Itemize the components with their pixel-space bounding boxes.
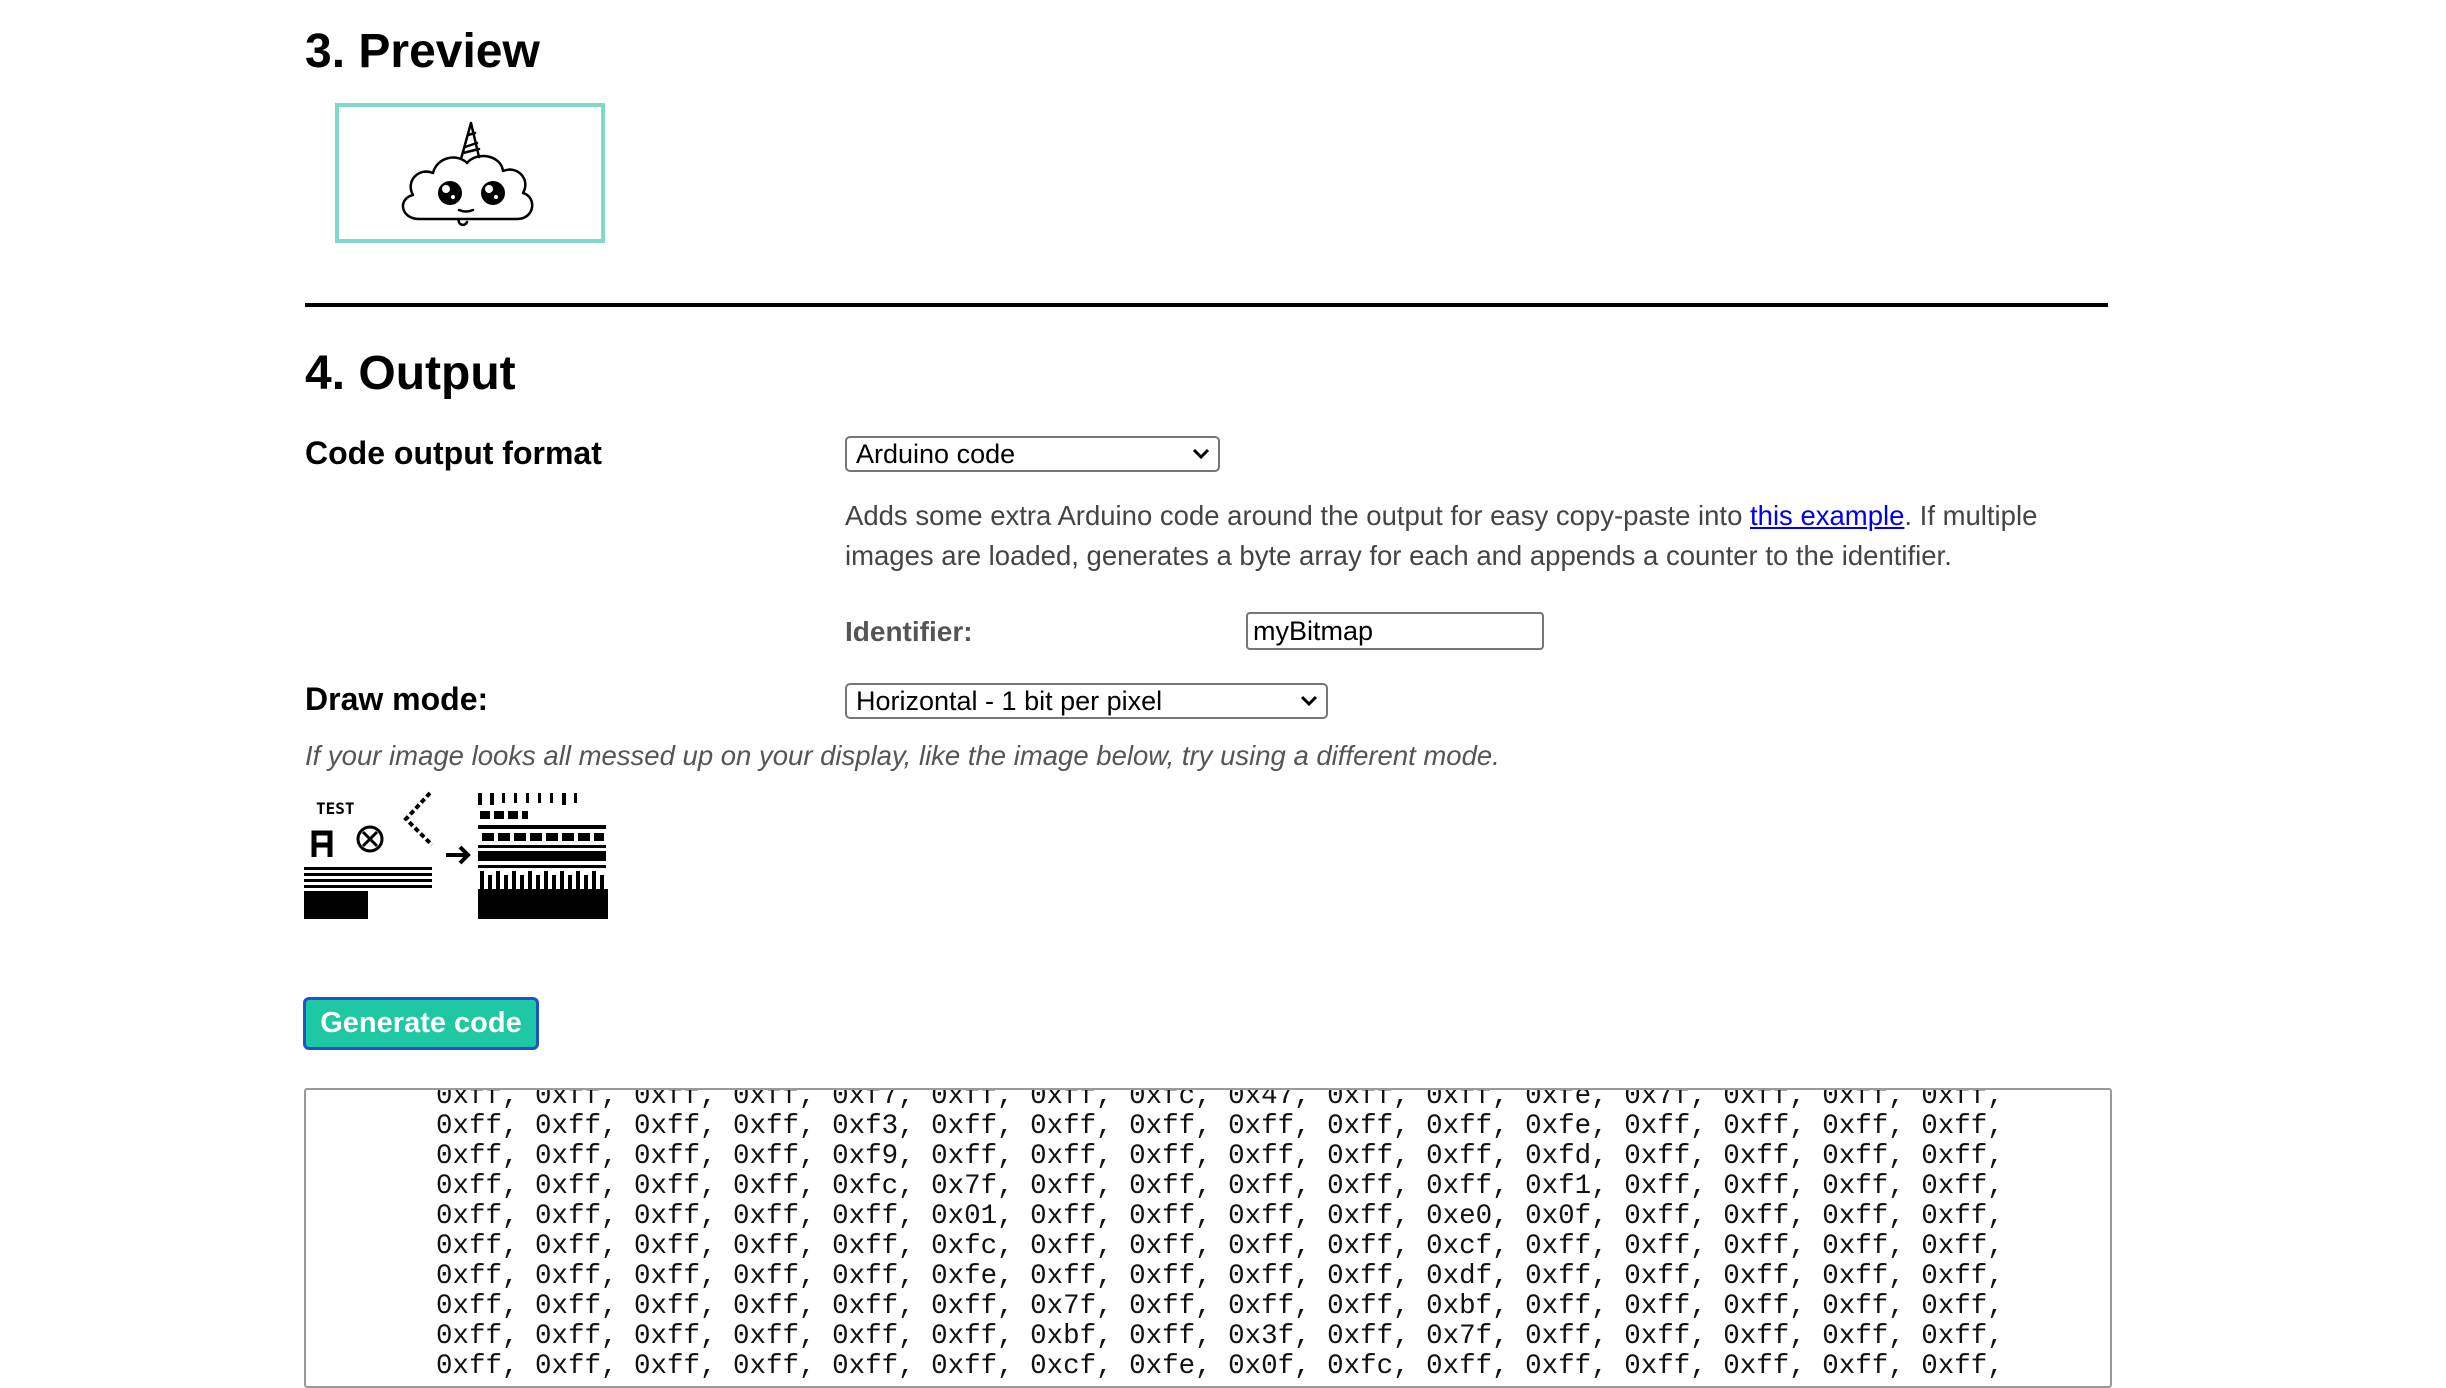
code-line: 0xff, 0xff, 0xff, 0xff, 0xff, 0x01, 0xff…: [436, 1201, 2004, 1232]
messed-up-display-example-image: TEST: [304, 785, 616, 930]
preview-canvas: [335, 103, 605, 243]
code-format-description: Adds some extra Arduino code around the …: [845, 496, 2105, 576]
identifier-input[interactable]: [1246, 612, 1544, 650]
code-output-lines: 0xff, 0xff, 0xff, 0xff, 0xf7, 0xff, 0xff…: [436, 1088, 2004, 1382]
generate-code-button[interactable]: Generate code: [303, 997, 539, 1050]
description-text-start: Adds some extra Arduino code around the …: [845, 500, 1751, 531]
chevron-down-icon: [1192, 448, 1210, 460]
code-output-textarea[interactable]: 0xff, 0xff, 0xff, 0xff, 0xf7, 0xff, 0xff…: [304, 1088, 2112, 1388]
draw-mode-label: Draw mode:: [305, 681, 489, 717]
code-line: 0xff, 0xff, 0xff, 0xff, 0xf9, 0xff, 0xff…: [436, 1141, 2004, 1172]
code-line: 0xff, 0xff, 0xff, 0xff, 0xff, 0xfc, 0xff…: [436, 1231, 2004, 1262]
draw-mode-select[interactable]: Horizontal - 1 bit per pixel: [845, 683, 1328, 719]
code-line: 0xff, 0xff, 0xff, 0xff, 0xf7, 0xff, 0xff…: [436, 1088, 2004, 1112]
preview-title: 3. Preview: [305, 25, 540, 78]
code-output-format-label: Code output format: [305, 435, 602, 471]
code-line: 0xff, 0xff, 0xff, 0xff, 0xff, 0xff, 0xbf…: [436, 1321, 2004, 1352]
identifier-label: Identifier:: [845, 616, 973, 647]
code-line: 0xff, 0xff, 0xff, 0xff, 0xfc, 0x7f, 0xff…: [436, 1171, 2004, 1202]
draw-mode-value: Horizontal - 1 bit per pixel: [856, 685, 1163, 716]
example-test-text: TEST: [316, 799, 355, 818]
draw-mode-hint: If your image looks all messed up on you…: [305, 740, 1500, 771]
section-divider: [305, 303, 2108, 307]
code-line: 0xff, 0xff, 0xff, 0xff, 0xff, 0xff, 0xcf…: [436, 1351, 2004, 1382]
this-example-link[interactable]: this example: [1750, 500, 1904, 531]
code-line: 0xff, 0xff, 0xff, 0xff, 0xf3, 0xff, 0xff…: [436, 1111, 2004, 1142]
cloud-unicorn-preview-image: [401, 121, 534, 227]
code-output-format-value: Arduino code: [856, 438, 1016, 469]
code-line: 0xff, 0xff, 0xff, 0xff, 0xff, 0xfe, 0xff…: [436, 1261, 2004, 1292]
code-line: 0xff, 0xff, 0xff, 0xff, 0xff, 0xff, 0x7f…: [436, 1291, 2004, 1322]
code-output-format-select[interactable]: Arduino code: [845, 436, 1220, 472]
chevron-down-icon: [1300, 695, 1318, 707]
output-title: 4. Output: [305, 347, 516, 400]
